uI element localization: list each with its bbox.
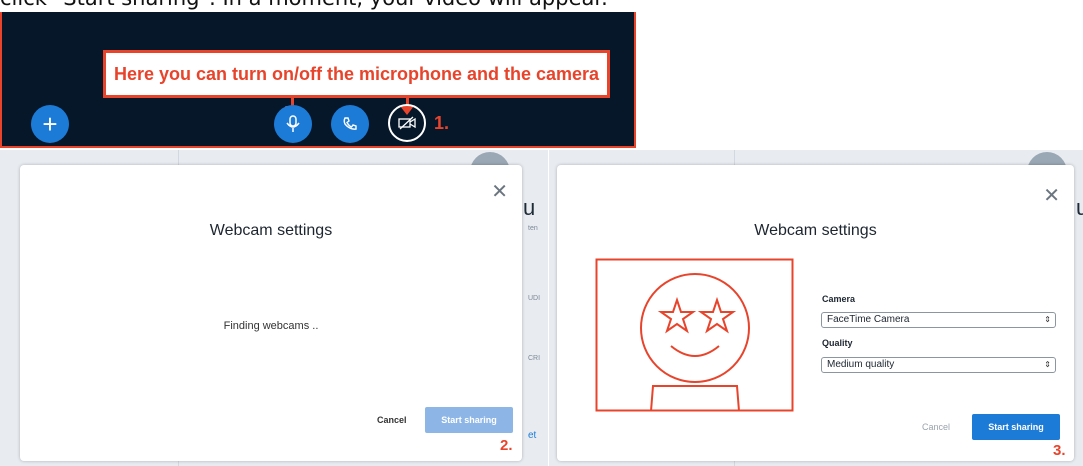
instruction-caption: click "Start sharing". In a moment, your… bbox=[0, 0, 760, 10]
updown-chevron-icon: ⇕ bbox=[1044, 360, 1051, 369]
step-label-3: 3. bbox=[1053, 442, 1066, 459]
camera-select-value: FaceTime Camera bbox=[827, 314, 910, 325]
webcam-settings-dialog-ready: ✕ Webcam settings Camera FaceTime Camera… bbox=[557, 165, 1074, 461]
background-text-fragment: CRI bbox=[528, 355, 541, 362]
webcam-settings-dialog-loading: ✕ Webcam settings Finding webcams .. Can… bbox=[20, 165, 522, 461]
background-text-fragment: u bbox=[523, 195, 536, 220]
meeting-toolbar: Here you can turn on/off the microphone … bbox=[0, 12, 636, 148]
actions-plus-button[interactable]: + bbox=[31, 105, 69, 143]
annotation-callout: Here you can turn on/off the microphone … bbox=[103, 50, 610, 98]
dialog-title: Webcam settings bbox=[754, 222, 877, 239]
cancel-button[interactable]: Cancel bbox=[922, 422, 950, 432]
close-icon[interactable]: ✕ bbox=[1043, 183, 1060, 207]
background-text-fragment: ten bbox=[528, 225, 538, 232]
updown-chevron-icon: ⇕ bbox=[1044, 315, 1051, 324]
camera-off-icon bbox=[398, 116, 416, 130]
webcam-preview bbox=[595, 258, 794, 412]
background-text-fragment: et bbox=[528, 430, 537, 441]
phone-icon bbox=[343, 117, 357, 130]
phone-button[interactable] bbox=[331, 105, 369, 143]
quality-select[interactable]: Medium quality ⇕ bbox=[821, 357, 1056, 373]
step-label-1: 1. bbox=[434, 113, 450, 133]
cancel-button[interactable]: Cancel bbox=[377, 415, 407, 425]
finding-webcams-status: Finding webcams .. bbox=[223, 320, 319, 332]
camera-label: Camera bbox=[822, 294, 856, 304]
camera-select[interactable]: FaceTime Camera ⇕ bbox=[821, 312, 1056, 328]
microphone-icon bbox=[286, 115, 300, 132]
plus-icon: + bbox=[42, 109, 58, 139]
dialog-title: Webcam settings bbox=[209, 222, 333, 239]
background-text-fragment: UDI bbox=[528, 295, 541, 302]
start-sharing-button[interactable]: Start sharing bbox=[425, 407, 513, 433]
camera-toggle-button[interactable] bbox=[388, 104, 426, 142]
start-sharing-button[interactable]: Start sharing bbox=[972, 414, 1060, 440]
step-label-2: 2. bbox=[500, 437, 513, 454]
close-icon[interactable]: ✕ bbox=[491, 179, 508, 203]
quality-select-value: Medium quality bbox=[827, 359, 895, 370]
background-text-fragment: u bbox=[1076, 195, 1083, 220]
microphone-button[interactable] bbox=[274, 105, 312, 143]
quality-label: Quality bbox=[822, 338, 853, 348]
